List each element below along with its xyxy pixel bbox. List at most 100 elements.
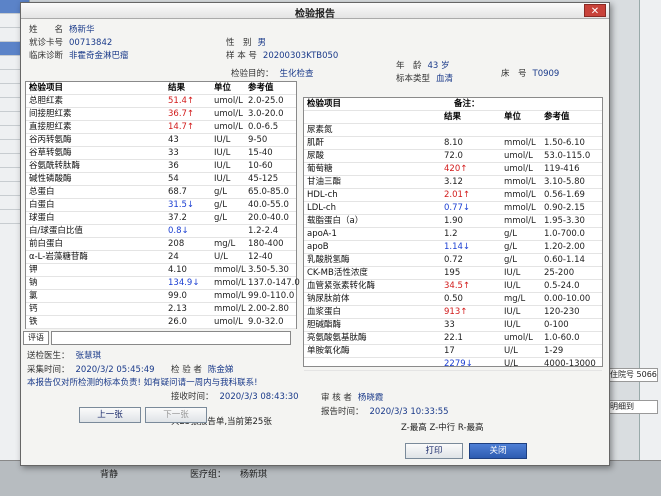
item-result: 26.0 [168,317,187,327]
item-name: apoB [307,242,329,252]
table-row: 白蛋白 31.5↓ g/L 40.0-55.0 [26,199,296,212]
item-name: 肌酐 [307,138,325,148]
item-name: 前白蛋白 [29,239,64,249]
item-ref: 10-60 [248,161,273,171]
footer-receive-time: 接收时间： 2020/3/3 08:43:30 [171,392,299,402]
patient-bed: 床 号 T0909 [501,69,560,79]
item-ref: 1.0-60.0 [544,333,580,343]
item-result: 43 [168,135,179,145]
item-ref: 1.20-2.00 [544,242,585,252]
item-result: 33 [168,148,179,158]
item-result: 36.7↑ [168,109,195,119]
item-result: 72.0 [444,151,463,161]
item-ref: 45-125 [248,174,279,184]
item-ref: 1.95-3.30 [544,216,585,226]
patient-sample-type: 标本类型 血清 [396,74,454,84]
item-result: 0.8↓ [168,226,189,236]
item-unit: mmol/L [504,216,536,226]
item-ref: 0-100 [544,320,569,330]
item-name: 乳酸脱氢酶 [307,255,350,265]
table-row: 总蛋白 68.7 g/L 65.0-85.0 [26,186,296,199]
item-ref: 3.0-20.0 [248,109,284,119]
item-ref: 4000-13000 [544,359,596,369]
item-ref: 9.0-32.0 [248,317,284,327]
table-row: apoA-1 1.2 g/L 1.0-700.0 [304,228,602,241]
item-name: apoA-1 [307,229,337,239]
item-name: 钠尿肽前体 [307,294,350,304]
prev-button[interactable]: 上一张 [79,407,141,423]
close-button[interactable]: 关闭 [469,443,527,459]
item-name: 钙 [29,304,38,314]
table-row: 钠 134.9↓ mmol/L 137.0-147.0 [26,277,300,290]
table-row: 血浆蛋白 913↑ IU/L 120-230 [304,306,602,319]
patient-sex: 性 别男 [226,38,267,48]
item-result: 3.12 [444,177,463,187]
print-button[interactable]: 打印 [405,443,463,459]
footer-legend: Z-最高 Z-中行 R-最高 [401,423,484,433]
item-unit: IU/L [214,148,231,158]
close-icon[interactable]: ✕ [584,4,606,17]
item-ref: 2.00-2.80 [248,304,289,314]
item-ref: 20.0-40.0 [248,213,289,223]
footer-doctor: 送检医生： 张慧琪 [27,351,102,361]
item-name: 钠 [29,278,38,288]
item-ref: 99.0-110.0 [248,291,295,301]
table-row: 总胆红素 51.4↑ umol/L 2.0-25.0 [26,95,296,108]
item-result: 68.7 [168,187,187,197]
remark-field[interactable] [51,331,291,345]
table-row: 钠尿肽前体 0.50 mg/L 0.00-10.00 [304,293,602,306]
table-row: 谷氨酰转肽酶 36 IU/L 10-60 [26,160,296,173]
item-result: 195 [444,268,461,278]
background-right-status: 住院号 5066 [606,368,658,382]
item-result: 36 [168,161,179,171]
footer-checker: 检 验 者陈金娣 [171,365,234,375]
table-row: 葡萄糖 420↑ umol/L 119-416 [304,163,602,176]
item-unit: mmol/L [214,265,246,275]
item-result: 1.14↓ [444,242,471,252]
footer-report-time: 报告时间： 2020/3/3 10:33:55 [321,407,449,417]
table-row: 谷草转氨酶 33 IU/L 15-40 [26,147,296,160]
table-row: 白/球蛋白比值 0.8↓ 1.2-2.4 [26,225,296,238]
item-ref: 0.60-1.14 [544,255,585,265]
item-unit: umol/L [214,317,243,327]
item-unit: g/L [214,213,227,223]
item-name: 直接胆红素 [29,122,72,132]
item-unit: IU/L [504,281,521,291]
table-row: 间接胆红素 36.7↑ umol/L 3.0-20.0 [26,108,296,121]
item-name: CK-MB活性浓度 [307,268,368,278]
item-result: 1.2 [444,229,458,239]
table-row: 2279↓ U/L 4000-13000 [304,358,602,371]
background-bottom-mid-label: 医疗组： [190,470,227,480]
item-unit: IU/L [214,174,231,184]
background-bottom-mid: 杨新琪 [240,470,268,480]
table-row: 氯 99.0 mmol/L 99.0-110.0 [26,290,296,303]
item-unit: IU/L [214,161,231,171]
table-row: 钾 4.10 mmol/L 3.50-5.30 [26,264,296,277]
item-unit: mg/L [214,239,236,249]
background-right-dropdown[interactable]: 明细到 [606,400,658,414]
item-unit: IU/L [504,268,521,278]
next-button[interactable]: 下一张 [145,407,207,423]
item-name: 甘油三酯 [307,177,342,187]
table-row: 乳酸脱氢酶 0.72 g/L 0.60-1.14 [304,254,602,267]
table-row: 胆碱酯酶 33 IU/L 0-100 [304,319,602,332]
background-bottom-left: 背静 [100,470,119,480]
item-result: 420↑ [444,164,468,174]
table-row: 亮氨酸氨基肽酶 22.1 umol/L 1.0-60.0 [304,332,602,345]
item-unit: mmol/L [504,138,536,148]
patient-diagnosis: 临床诊断 非霍奇金淋巴瘤 [29,51,129,61]
item-name: 总胆红素 [29,96,64,106]
table-row: apoB 1.14↓ g/L 1.20-2.00 [304,241,602,254]
item-name: 载脂蛋白（a） [307,216,364,226]
item-unit: umol/L [504,333,533,343]
right-table-subheader: 结果 单位 参考值 [304,111,602,124]
item-name: 球蛋白 [29,213,55,223]
item-unit: mmol/L [504,177,536,187]
item-result: 17 [444,346,455,356]
item-unit: U/L [214,252,228,262]
item-ref: 1-29 [544,346,564,356]
item-ref: 25-200 [544,268,575,278]
item-name: 总蛋白 [29,187,55,197]
item-result: 8.10 [444,138,463,148]
dialog-titlebar: 检验报告 ✕ [21,3,609,20]
